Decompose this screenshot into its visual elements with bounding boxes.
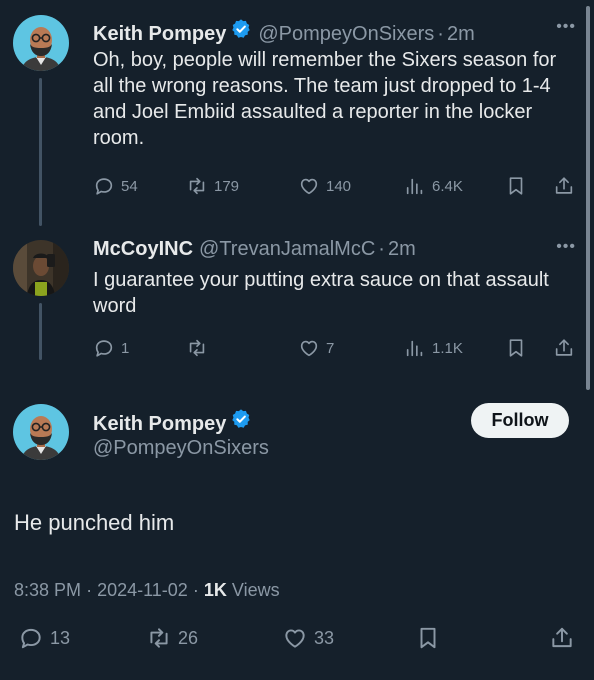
reply-count: 1 <box>121 339 130 357</box>
bookmark-icon <box>505 175 527 197</box>
like-icon <box>298 175 320 197</box>
like-icon <box>282 625 308 651</box>
share-icon <box>553 337 575 359</box>
views-count: 6.4K <box>432 177 463 195</box>
retweet-button[interactable]: 179 <box>186 175 239 197</box>
follow-button[interactable]: Follow <box>471 403 569 438</box>
share-icon <box>553 175 575 197</box>
reply-button[interactable]: 1 <box>93 337 129 359</box>
reply-icon <box>18 625 44 651</box>
like-count: 33 <box>314 627 335 648</box>
views-count: 1K <box>203 580 227 600</box>
tweet-text: I guarantee your putting extra sauce on … <box>93 269 549 317</box>
tweet-text: He punched him <box>14 510 175 535</box>
reply-icon <box>93 337 115 359</box>
views-icon <box>404 337 426 359</box>
retweet-icon <box>146 625 172 651</box>
more-icon[interactable]: ••• <box>556 238 576 256</box>
tweet-meta: 8:38 PM · 2024-11-02 · 1K Views <box>14 580 280 601</box>
separator: · <box>378 238 385 260</box>
like-button[interactable]: 7 <box>298 337 334 359</box>
like-count: 7 <box>326 339 335 357</box>
retweet-icon <box>186 337 208 359</box>
tweet-actions: 54 179 140 6.4K <box>93 175 578 201</box>
timestamp[interactable]: 2m <box>388 238 416 261</box>
reply-button[interactable]: 54 <box>93 175 138 197</box>
views-count: 1.1K <box>432 339 463 357</box>
separator: · <box>437 23 444 45</box>
views-button[interactable]: 6.4K <box>404 175 463 197</box>
thread-line <box>39 78 42 226</box>
avatar-image <box>13 404 69 460</box>
views-button[interactable]: 1.1K <box>404 337 463 359</box>
tweet-text: Oh, boy, people will remember the Sixers… <box>93 49 557 149</box>
bookmark-button[interactable] <box>505 337 527 359</box>
main-author-name-row: Keith Pompey <box>93 408 252 436</box>
like-button[interactable]: 140 <box>298 175 351 197</box>
author-handle[interactable]: @TrevanJamalMcC <box>199 238 375 261</box>
author-handle[interactable]: @PompeyOnSixers <box>258 23 434 46</box>
author-handle[interactable]: @PompeyOnSixers <box>93 437 269 460</box>
retweet-count: 179 <box>214 177 240 195</box>
tweet-header: Keith Pompey @PompeyOnSixers · 2m <box>93 18 475 46</box>
reply-count: 13 <box>50 627 71 648</box>
avatar[interactable] <box>13 15 69 71</box>
share-button[interactable] <box>553 175 575 197</box>
reply-icon <box>93 175 115 197</box>
author-name[interactable]: McCoyINC <box>93 238 193 261</box>
share-button[interactable] <box>549 625 575 651</box>
share-button[interactable] <box>553 337 575 359</box>
bookmark-button[interactable] <box>505 175 527 197</box>
avatar-image <box>13 15 69 71</box>
retweet-icon <box>186 175 208 197</box>
author-name[interactable]: Keith Pompey <box>93 23 226 46</box>
scrollbar[interactable] <box>586 6 590 390</box>
timestamp[interactable]: 2m <box>447 23 475 46</box>
verified-badge-icon <box>230 18 252 40</box>
main-author-handle-row: @PompeyOnSixers <box>93 437 269 460</box>
tweet-header: McCoyINC @TrevanJamalMcC · 2m <box>93 238 416 261</box>
bookmark-icon <box>505 337 527 359</box>
views-label: Views <box>231 580 280 600</box>
share-icon <box>549 625 575 651</box>
tweet-actions: 1 7 1.1K <box>93 337 578 363</box>
retweet-count: 26 <box>178 627 199 648</box>
verified-badge-icon <box>230 408 252 430</box>
like-count: 140 <box>326 177 352 195</box>
retweet-button[interactable]: 26 <box>146 625 198 651</box>
views-icon <box>404 175 426 197</box>
reply-button[interactable]: 13 <box>18 625 70 651</box>
more-icon[interactable]: ••• <box>556 18 576 36</box>
retweet-button[interactable] <box>186 337 214 359</box>
thread-line <box>39 303 42 360</box>
post-time[interactable]: 8:38 PM <box>14 580 81 600</box>
post-date[interactable]: 2024-11-02 <box>97 580 188 600</box>
main-tweet-actions: 13 26 33 <box>0 625 594 655</box>
like-icon <box>298 337 320 359</box>
separator: · <box>86 580 93 600</box>
like-button[interactable]: 33 <box>282 625 334 651</box>
author-name[interactable]: Keith Pompey <box>93 413 226 436</box>
avatar[interactable] <box>13 240 69 296</box>
avatar-image <box>13 240 69 296</box>
separator: · <box>192 580 199 600</box>
bookmark-button[interactable] <box>415 625 441 651</box>
reply-count: 54 <box>121 177 138 195</box>
avatar[interactable] <box>13 404 69 460</box>
bookmark-icon <box>415 625 441 651</box>
